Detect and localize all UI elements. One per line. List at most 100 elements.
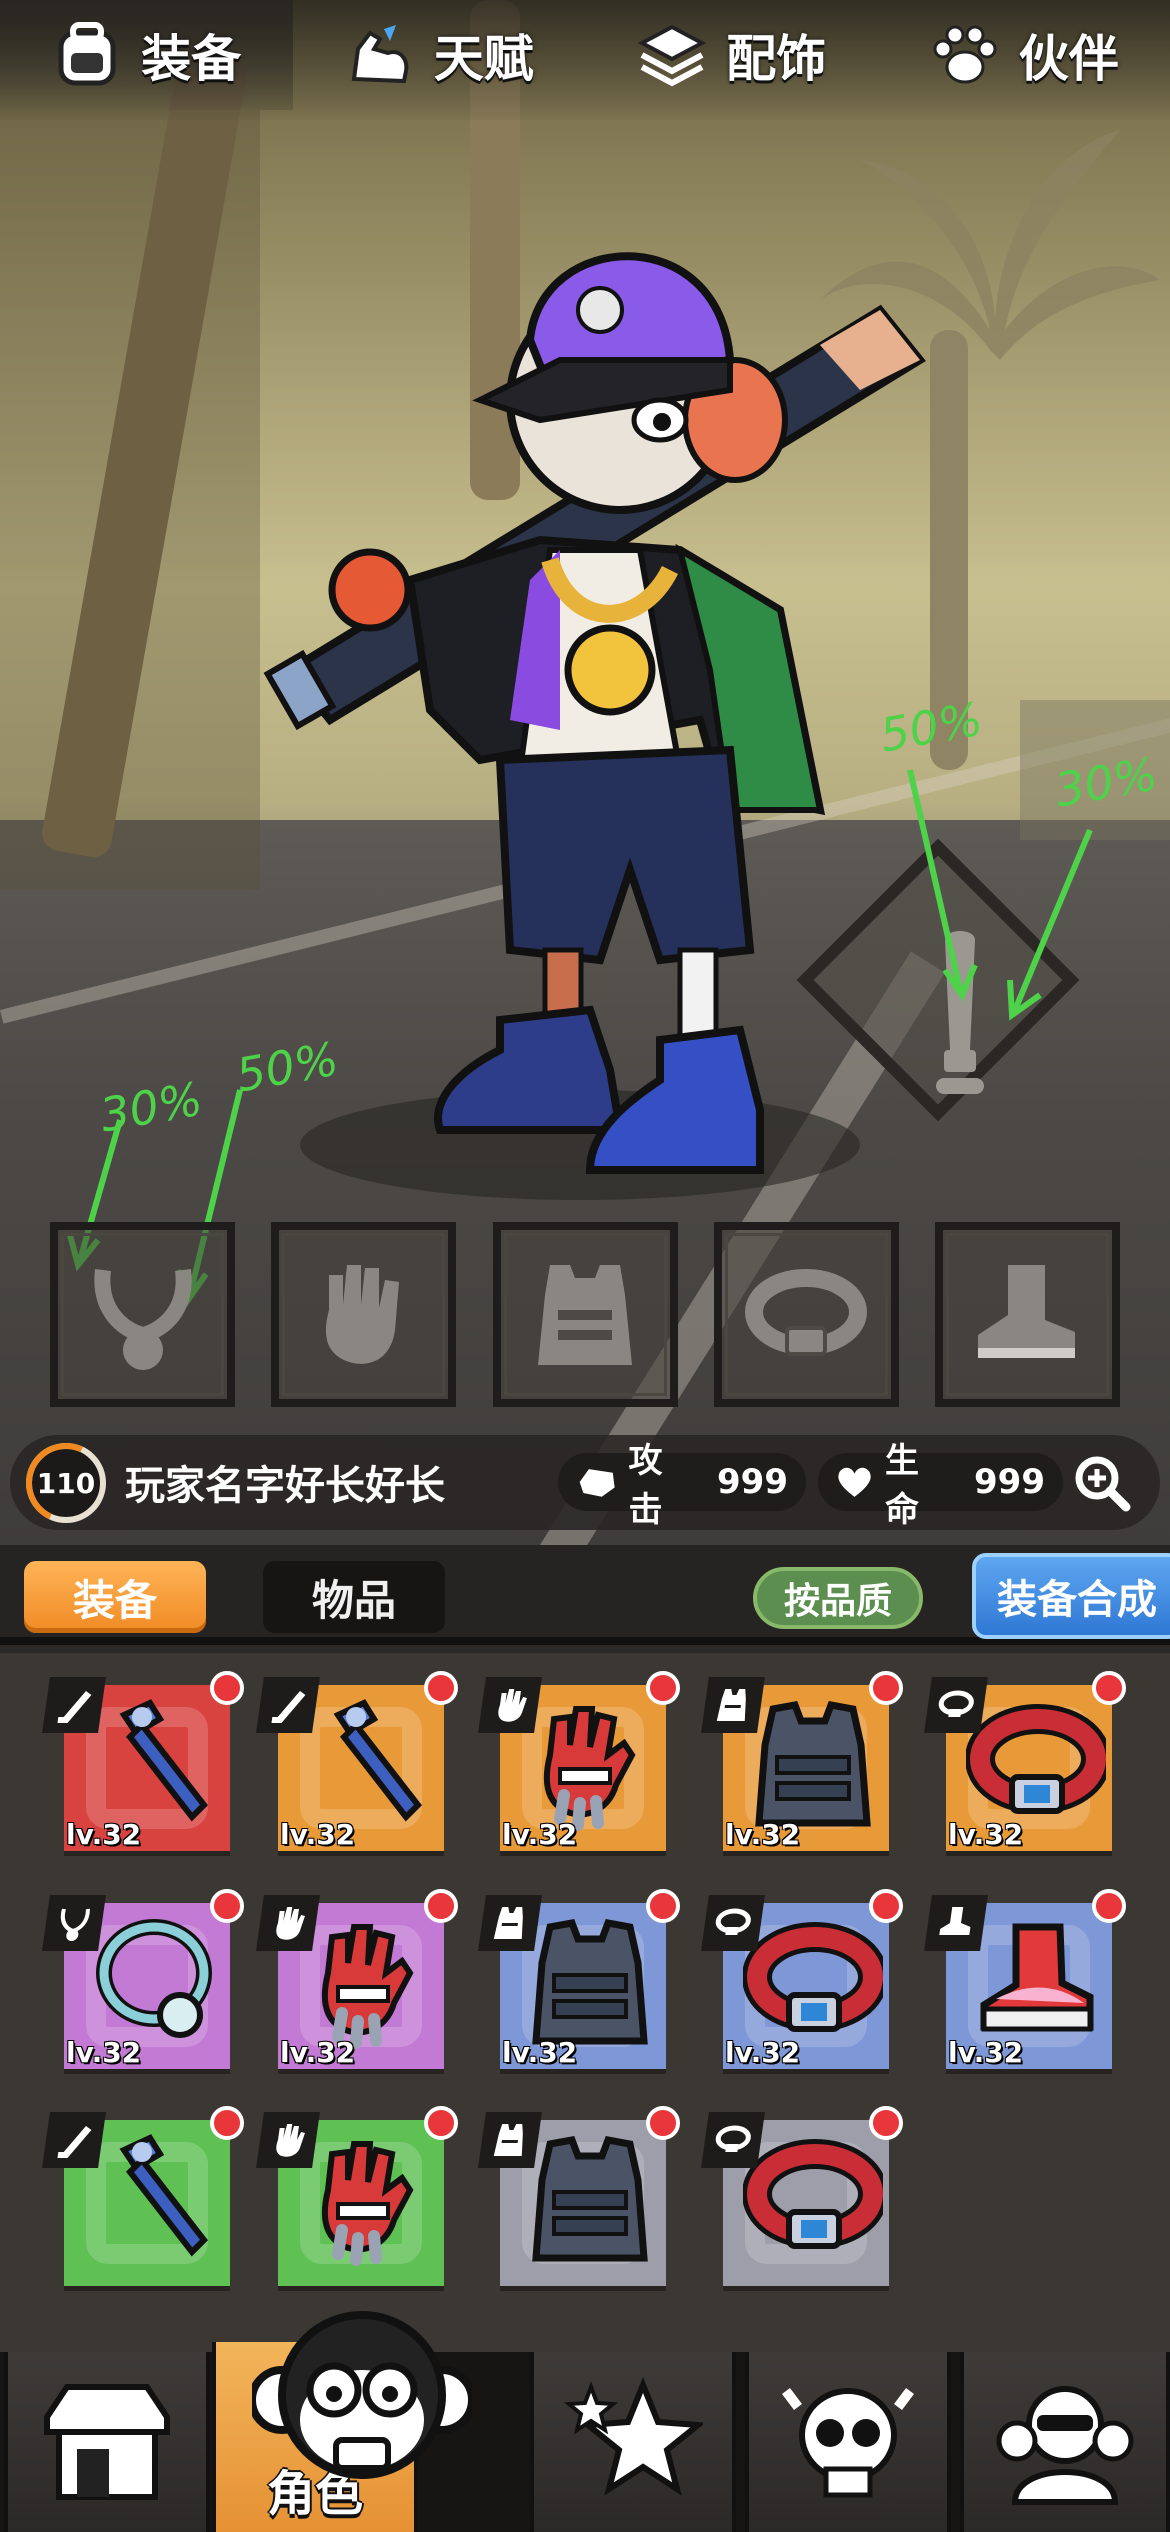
- vest-icon: [532, 2136, 648, 2262]
- equipment-slots: [50, 1222, 1120, 1407]
- vest-icon: [755, 1701, 871, 1827]
- tab-label: 配饰: [726, 30, 827, 88]
- tab-label: 伙伴: [1018, 30, 1119, 88]
- belt-icon: [743, 2139, 883, 2249]
- vest-slot-icon: [538, 1264, 632, 1365]
- attack-fist-icon: [579, 1469, 615, 1497]
- item-type-badge: [701, 1677, 765, 1733]
- bat-type-icon: [271, 1691, 306, 1723]
- item-type-badge: [924, 1895, 988, 1951]
- level-value: 110: [36, 1466, 96, 1500]
- glove-icon: [543, 1706, 636, 1831]
- monkey-character-icon: [252, 2311, 472, 2479]
- necklace-slot-icon: [93, 1268, 192, 1370]
- inventory-item-bat[interactable]: lv.32: [256, 1671, 458, 1851]
- item-type-badge: [478, 1677, 542, 1733]
- inventory-item-vest[interactable]: [478, 2106, 680, 2286]
- inventory-item-shoe[interactable]: lv.32: [924, 1889, 1126, 2069]
- tab-equip-filter[interactable]: 装备: [24, 1561, 206, 1633]
- belt-icon: [743, 1922, 883, 2032]
- item-level: lv.32: [948, 2036, 1024, 2069]
- heart-icon: [838, 1467, 871, 1497]
- inventory-item-vest[interactable]: lv.32: [478, 1889, 680, 2069]
- tab-label: 天赋: [433, 30, 534, 88]
- item-type-badge: [42, 1677, 106, 1733]
- item-type-badge: [256, 1895, 320, 1951]
- player-name: 玩家名字好长好长: [125, 1463, 445, 1509]
- tab-talent[interactable]: 天赋: [293, 0, 586, 110]
- new-item-dot: [1092, 1671, 1126, 1705]
- inventory-item-glove[interactable]: lv.32: [478, 1671, 680, 1851]
- glove-type-icon: [498, 1689, 527, 1722]
- inventory-grid: lv.32 lv.32 lv.32 lv.32 lv.32 lv.32 lv.32 lv.32…: [0, 1653, 1170, 2353]
- necklace-type-icon: [60, 1908, 90, 1941]
- bat-icon: [119, 2134, 208, 2257]
- inventory-item-bat[interactable]: lv.32: [42, 1671, 244, 1851]
- glove-type-icon: [276, 1907, 305, 1940]
- bat-slot-icon: [936, 931, 984, 1094]
- tab-partner[interactable]: 伙伴: [878, 0, 1170, 110]
- new-item-dot: [646, 1671, 680, 1705]
- vest-icon: [532, 1919, 648, 2045]
- tab-items-filter[interactable]: 物品: [263, 1561, 445, 1633]
- glove-icon: [321, 1924, 414, 2049]
- vest-type-icon: [493, 1907, 523, 1939]
- item-type-badge: [42, 1895, 106, 1951]
- new-item-dot: [646, 2106, 680, 2140]
- new-item-dot: [646, 1889, 680, 1923]
- new-item-dot: [869, 2106, 903, 2140]
- sort-by-quality-button[interactable]: 按品质: [753, 1567, 923, 1629]
- inventory-item-glove[interactable]: [256, 2106, 458, 2286]
- inventory-item-belt[interactable]: lv.32: [924, 1671, 1126, 1851]
- item-type-badge: [924, 1677, 988, 1733]
- hp-stat: 生命 999: [818, 1441, 1063, 1530]
- hp-value: 999: [974, 1462, 1045, 1502]
- new-item-dot: [1092, 1889, 1126, 1923]
- item-level: lv.32: [725, 2036, 801, 2069]
- backpack-icon: [58, 22, 116, 86]
- item-type-badge: [42, 2112, 106, 2168]
- necklace-slot[interactable]: [50, 1222, 235, 1407]
- shoe-icon: [980, 1923, 1094, 2032]
- item-type-badge: [701, 1895, 765, 1951]
- equipment-synthesis-button[interactable]: 装备合成: [972, 1553, 1170, 1639]
- belt-slot[interactable]: [713, 1222, 899, 1407]
- item-level: lv.32: [502, 1818, 578, 1851]
- inventory-item-belt[interactable]: [701, 2106, 903, 2286]
- new-item-dot: [869, 1671, 903, 1705]
- stars-icon: [563, 2377, 703, 2496]
- belt-type-icon: [715, 1908, 751, 1935]
- glove-slot[interactable]: [271, 1222, 457, 1407]
- nav-squad[interactable]: [960, 2352, 1170, 2532]
- nav-shop[interactable]: [4, 2352, 210, 2532]
- tab-equipment[interactable]: 装备: [0, 0, 293, 110]
- shoe-slot[interactable]: [935, 1222, 1120, 1407]
- bat-icon: [119, 1699, 208, 1822]
- vest-slot[interactable]: [492, 1222, 678, 1407]
- monkey-squad-icon: [996, 2386, 1134, 2505]
- muscle-arm-icon: [351, 25, 409, 84]
- necklace-icon: [96, 1919, 212, 2038]
- inventory-item-bat[interactable]: [42, 2106, 244, 2286]
- item-type-badge: [701, 2112, 765, 2168]
- item-level: lv.32: [66, 2036, 142, 2069]
- inventory-item-vest[interactable]: lv.32: [701, 1671, 903, 1851]
- attack-value: 999: [717, 1462, 788, 1502]
- new-item-dot: [210, 2106, 244, 2140]
- inventory-item-belt[interactable]: lv.32: [701, 1889, 903, 2069]
- nav-talents[interactable]: [530, 2352, 736, 2532]
- inventory-item-glove[interactable]: lv.32: [256, 1889, 458, 2069]
- glove-type-icon: [276, 2124, 305, 2157]
- nav-battle[interactable]: [745, 2352, 951, 2532]
- item-level: lv.32: [725, 1818, 801, 1851]
- bottom-nav: 角色: [0, 2311, 1170, 2532]
- level-badge: 110: [26, 1443, 106, 1523]
- character-monkey: [263, 252, 926, 1174]
- zoom-in-icon[interactable]: [1072, 1453, 1132, 1513]
- attack-stat: 攻击 999: [558, 1441, 806, 1530]
- belt-type-icon: [938, 1690, 974, 1717]
- tab-accessories[interactable]: 配饰: [585, 0, 878, 110]
- top-tab-bar: 装备 天赋 配饰 伙伴: [0, 0, 1170, 120]
- inventory-item-necklace[interactable]: lv.32: [42, 1889, 244, 2069]
- item-type-badge: [256, 1677, 320, 1733]
